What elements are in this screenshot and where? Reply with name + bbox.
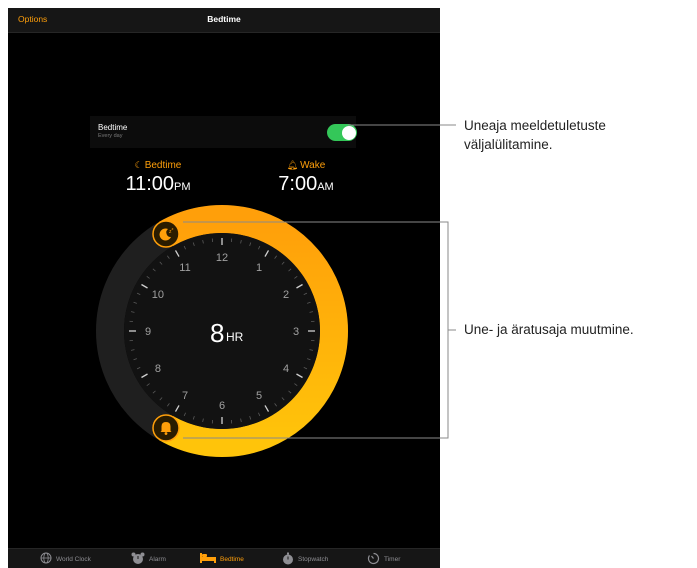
device-screen: Options Bedtime Bedtime Every day ☾ Bedti… xyxy=(8,8,440,568)
hour-label: 11 xyxy=(179,262,190,274)
hour-label: 6 xyxy=(219,400,225,412)
globe-icon xyxy=(40,552,52,566)
hour-label: 10 xyxy=(152,289,164,301)
hour-label: 4 xyxy=(283,363,289,375)
bed-icon xyxy=(200,552,216,566)
tab-label: Alarm xyxy=(149,555,166,563)
alarm-clock-icon xyxy=(131,552,145,567)
hour-label: 1 xyxy=(256,262,262,274)
tab-bedtime[interactable]: Bedtime xyxy=(200,549,244,568)
tab-world-clock[interactable]: World Clock xyxy=(40,549,91,568)
duration-number: 8 xyxy=(210,318,224,348)
hour-label: 8 xyxy=(155,363,161,375)
svg-text:z: z xyxy=(172,226,174,231)
callout-line: Une- ja äratusaja muutmine. xyxy=(464,322,634,337)
tab-stopwatch[interactable]: Stopwatch xyxy=(282,549,328,568)
callout-toggle-text: Uneaja meeldetuletuste väljalülitamine. xyxy=(464,116,606,154)
hour-label: 7 xyxy=(182,390,188,402)
duration-unit: HR xyxy=(226,330,244,344)
bedtime-handle[interactable]: z z xyxy=(152,220,180,248)
wake-handle[interactable] xyxy=(152,414,180,442)
timer-icon xyxy=(367,552,380,567)
hour-label: 2 xyxy=(283,289,289,301)
tab-label: World Clock xyxy=(56,555,91,563)
tab-timer[interactable]: Timer xyxy=(367,549,400,568)
hour-label: 12 xyxy=(216,252,228,264)
hour-label: 3 xyxy=(293,326,299,338)
callout-line: Uneaja meeldetuletuste xyxy=(464,118,606,133)
stopwatch-icon xyxy=(282,552,294,567)
hour-label: 5 xyxy=(256,390,262,402)
tab-label: Bedtime xyxy=(220,555,244,563)
callout-line: väljalülitamine. xyxy=(464,137,553,152)
hour-label: 9 xyxy=(145,326,151,338)
sleep-clock-dial: 121234567891011 8 HR z z xyxy=(96,205,348,457)
callout-handles-text: Une- ja äratusaja muutmine. xyxy=(464,320,634,339)
tab-bar: World Clock Alarm Bedtime Stopwatch Time… xyxy=(8,548,440,568)
tab-alarm[interactable]: Alarm xyxy=(131,549,166,568)
tab-label: Timer xyxy=(384,555,401,563)
tab-label: Stopwatch xyxy=(298,555,329,563)
